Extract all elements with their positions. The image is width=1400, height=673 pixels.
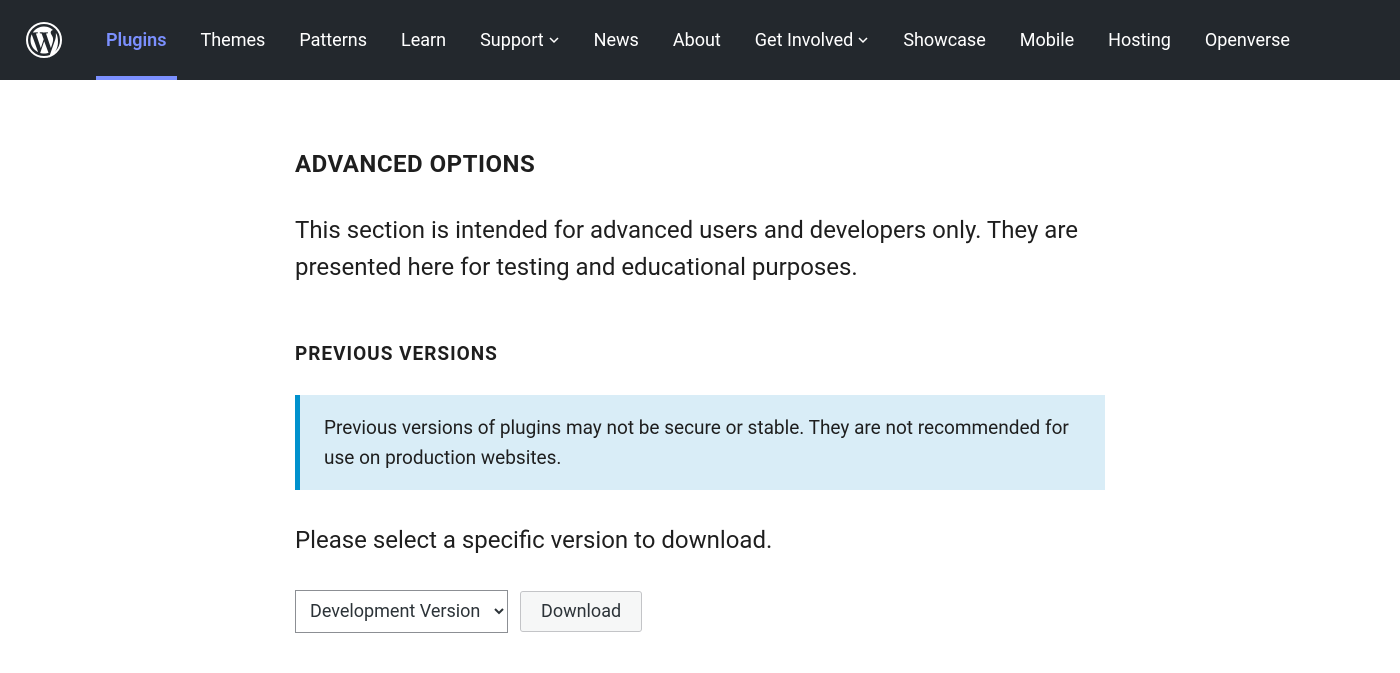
nav-item-label: Patterns	[299, 30, 367, 51]
nav-item-about[interactable]: About	[673, 0, 721, 80]
instruction-text: Please select a specific version to down…	[295, 526, 1105, 554]
nav-item-label: Themes	[201, 30, 266, 51]
section-title: ADVANCED OPTIONS	[295, 150, 1105, 178]
download-controls: Development Version Download	[295, 590, 1105, 633]
nav-item-patterns[interactable]: Patterns	[299, 0, 367, 80]
nav-item-label: News	[594, 30, 639, 51]
main-content: ADVANCED OPTIONS This section is intende…	[275, 80, 1125, 673]
wordpress-logo[interactable]	[26, 22, 62, 58]
nav-item-label: Plugins	[106, 30, 167, 51]
subsection-title: PREVIOUS VERSIONS	[295, 342, 1105, 365]
version-select[interactable]: Development Version	[295, 590, 508, 633]
chevron-down-icon	[857, 34, 869, 46]
nav-item-label: Showcase	[903, 30, 985, 51]
nav-item-plugins[interactable]: Plugins	[106, 0, 167, 80]
download-button[interactable]: Download	[520, 591, 642, 632]
nav-item-get-involved[interactable]: Get Involved	[755, 0, 870, 80]
nav-item-support[interactable]: Support	[480, 0, 560, 80]
nav-item-label: Hosting	[1108, 30, 1171, 51]
nav-item-openverse[interactable]: Openverse	[1205, 0, 1290, 80]
nav-item-showcase[interactable]: Showcase	[903, 0, 985, 80]
nav-item-mobile[interactable]: Mobile	[1020, 0, 1074, 80]
nav-item-label: Support	[480, 30, 544, 51]
warning-notice: Previous versions of plugins may not be …	[295, 395, 1105, 490]
section-description: This section is intended for advanced us…	[295, 212, 1105, 286]
nav-item-label: Get Involved	[755, 30, 854, 51]
nav-items: Plugins Themes Patterns Learn Support Ne…	[106, 0, 1290, 80]
chevron-down-icon	[548, 34, 560, 46]
nav-item-hosting[interactable]: Hosting	[1108, 0, 1171, 80]
nav-item-label: Mobile	[1020, 30, 1074, 51]
main-navbar: Plugins Themes Patterns Learn Support Ne…	[0, 0, 1400, 80]
nav-item-learn[interactable]: Learn	[401, 0, 446, 80]
nav-item-news[interactable]: News	[594, 0, 639, 80]
nav-item-label: Learn	[401, 30, 446, 51]
nav-item-label: Openverse	[1205, 30, 1290, 51]
nav-item-themes[interactable]: Themes	[201, 0, 266, 80]
nav-item-label: About	[673, 30, 721, 51]
